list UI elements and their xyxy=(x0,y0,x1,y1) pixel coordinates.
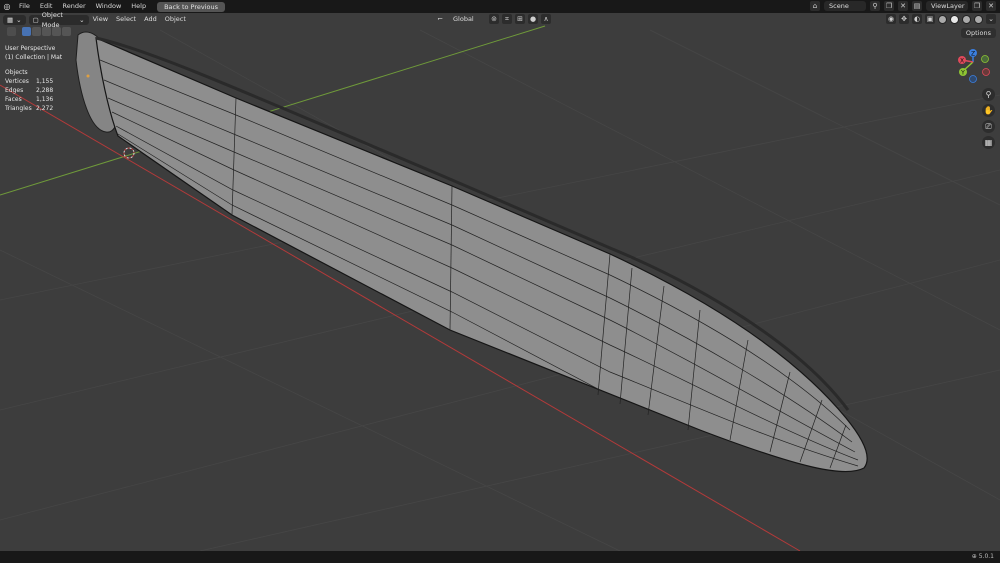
stats-value: 2,272 xyxy=(36,105,54,112)
menu-file[interactable]: File xyxy=(14,0,35,13)
menu-add[interactable]: Add xyxy=(140,13,161,26)
mode-dropdown[interactable]: ▢ Object Mode ⌄ xyxy=(28,11,89,29)
proportional-edit-icon[interactable]: ● xyxy=(528,14,538,24)
options-dropdown[interactable]: Options xyxy=(960,28,996,38)
select-tool-icon[interactable] xyxy=(7,27,16,36)
viewport-display-tools: ◉ ✥ ◐ ▣ ⌄ xyxy=(886,14,996,24)
visibility-icon[interactable]: ◉ xyxy=(886,14,896,24)
viewport-3d[interactable]: Z X Y xyxy=(0,0,1000,563)
menu-view[interactable]: View xyxy=(89,13,112,26)
new-viewlayer-icon[interactable]: ❐ xyxy=(972,1,982,11)
snap-target-icon[interactable]: ⊞ xyxy=(515,14,525,24)
scene-icon[interactable]: ⌂ xyxy=(810,1,820,11)
select-subtract-icon[interactable] xyxy=(42,27,51,36)
gizmo-neg-x[interactable] xyxy=(982,68,990,76)
scene-statistics: Objects Vertices 1,155 Edges 2,288 Faces… xyxy=(5,68,53,113)
viewport-info: User Perspective (1) Collection | Mat xyxy=(5,44,62,62)
select-extend-icon[interactable] xyxy=(32,27,41,36)
top-right-controls: ⌂ Scene ⚲ ❐ ✕ ▤ ViewLayer ❐ ✕ xyxy=(810,1,996,11)
viewlayer-field[interactable]: ViewLayer xyxy=(926,1,968,11)
version-number: 5.0.1 xyxy=(978,553,994,560)
editor-type-icon: ▦ xyxy=(7,15,14,24)
menu-select[interactable]: Select xyxy=(112,13,140,26)
camera-view-icon[interactable]: ⎚ xyxy=(982,120,995,133)
stats-row: Triangles 2,272 xyxy=(5,104,53,113)
select-intersect-icon[interactable] xyxy=(62,27,71,36)
perspective-toggle-icon[interactable]: ▦ xyxy=(982,136,995,149)
view-name: User Perspective xyxy=(5,45,56,52)
menu-object[interactable]: Object xyxy=(161,13,190,26)
transform-tools: ⌐ Global ⊚ ⌗ ⊞ ● ∧ xyxy=(435,14,551,24)
gizmo-label-x: X xyxy=(960,58,964,65)
version-label: ⊕ 5.0.1 xyxy=(972,552,994,562)
stats-value: 1,136 xyxy=(36,96,54,103)
menu-window[interactable]: Window xyxy=(91,0,127,13)
pin-icon[interactable]: ⚲ xyxy=(870,1,880,11)
orientation-icon: ⌐ xyxy=(437,15,443,23)
stats-row: Edges 2,288 xyxy=(5,86,53,95)
falloff-icon[interactable]: ∧ xyxy=(541,14,551,24)
stats-value: 1,155 xyxy=(36,78,54,85)
select-new-icon[interactable] xyxy=(22,27,31,36)
stats-row: Vertices 1,155 xyxy=(5,77,53,86)
gizmo-label-y: Y xyxy=(960,70,965,77)
navigation-gizmo[interactable]: Z X Y xyxy=(958,49,990,83)
stats-value: 2,288 xyxy=(36,87,54,94)
material-shading-icon[interactable] xyxy=(962,14,971,24)
blender-window: Z X Y ◎ File Edit Render Window Help Bac… xyxy=(0,0,1000,563)
select-invert-icon[interactable] xyxy=(52,27,61,36)
top-bar: ◎ File Edit Render Window Help Back to P… xyxy=(0,0,1000,13)
stats-label: Triangles xyxy=(5,105,32,112)
selection-mode-tools xyxy=(7,27,71,36)
new-scene-icon[interactable]: ❐ xyxy=(884,1,894,11)
delete-viewlayer-icon[interactable]: ✕ xyxy=(986,1,996,11)
gizmo-neg-z[interactable] xyxy=(969,75,977,83)
xray-icon[interactable]: ▣ xyxy=(925,14,935,24)
pan-hand-icon[interactable]: ✋ xyxy=(982,104,995,117)
shading-options-icon[interactable]: ⌄ xyxy=(986,14,996,24)
gizmo-toggle-icon[interactable]: ✥ xyxy=(899,14,909,24)
back-to-previous-button[interactable]: Back to Previous xyxy=(157,1,226,12)
stats-objects-label: Objects xyxy=(5,69,28,76)
chevron-down-icon: ⌄ xyxy=(16,15,22,24)
stats-label: Faces xyxy=(5,96,22,103)
delete-scene-icon[interactable]: ✕ xyxy=(898,1,908,11)
status-bar: ⊕ 5.0.1 xyxy=(0,551,1000,563)
chevron-down-icon: ⌄ xyxy=(79,15,85,24)
wireframe-shading-icon[interactable] xyxy=(938,14,947,24)
gizmo-neg-y[interactable] xyxy=(981,55,989,63)
pivot-icon[interactable]: ⊚ xyxy=(489,14,499,24)
snap-icon[interactable]: ⌗ xyxy=(502,14,512,24)
menu-help[interactable]: Help xyxy=(126,0,151,13)
gizmo-label-z: Z xyxy=(971,51,975,58)
zoom-icon[interactable]: ⚲ xyxy=(982,88,995,101)
3d-cursor xyxy=(123,147,135,159)
blender-logo-icon[interactable]: ◎ xyxy=(0,0,14,13)
stats-label: Edges xyxy=(5,87,24,94)
globe-icon: ⊕ xyxy=(971,553,977,560)
sword-blade xyxy=(95,37,868,473)
stats-row: Faces 1,136 xyxy=(5,95,53,104)
editor-type-button[interactable]: ▦ ⌄ xyxy=(3,14,26,25)
viewlayer-icon[interactable]: ▤ xyxy=(912,1,922,11)
orientation-dropdown[interactable]: Global xyxy=(448,14,486,24)
object-mode-icon: ▢ xyxy=(32,15,39,24)
collection-info: (1) Collection | Mat xyxy=(5,54,63,61)
object-origin xyxy=(86,74,90,78)
stats-label: Vertices xyxy=(5,78,29,85)
rendered-shading-icon[interactable] xyxy=(974,14,983,24)
viewport-header: ▦ ⌄ ▢ Object Mode ⌄ View Select Add Obje… xyxy=(0,11,1000,29)
scene-field[interactable]: Scene xyxy=(824,1,866,11)
solid-shading-icon[interactable] xyxy=(950,14,959,24)
overlays-icon[interactable]: ◐ xyxy=(912,14,922,24)
